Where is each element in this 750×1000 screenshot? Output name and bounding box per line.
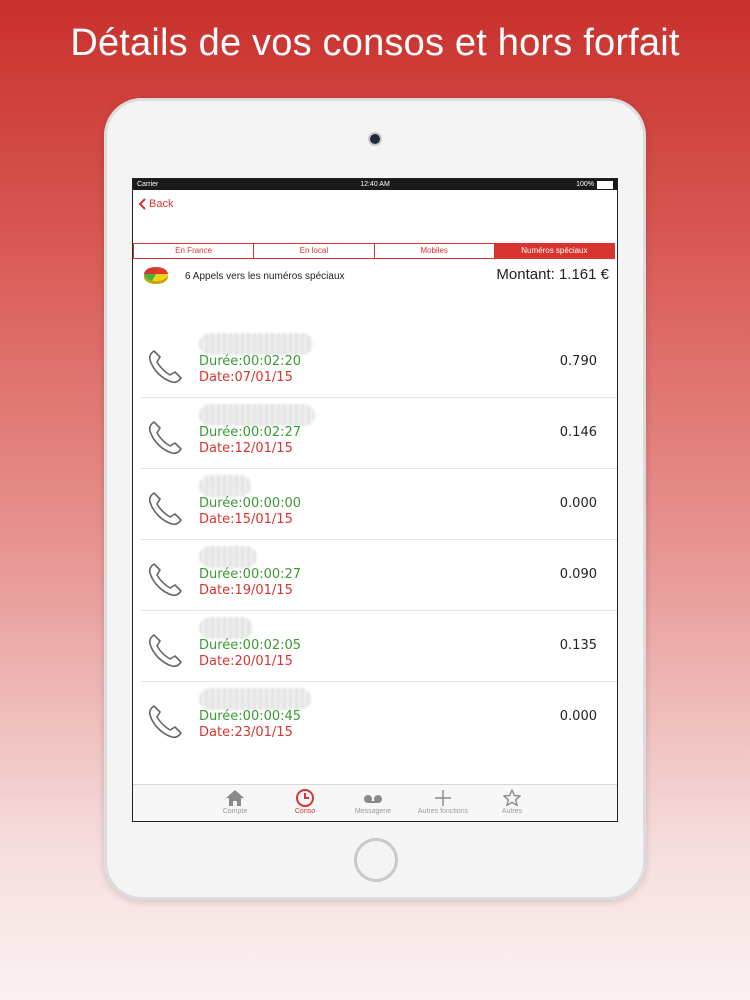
call-date: Date:07/01/15 (199, 370, 293, 385)
redacted-number (199, 617, 253, 639)
call-amount: 0.146 (559, 425, 597, 440)
redacted-number (199, 404, 315, 426)
call-amount: 0.000 (559, 496, 597, 511)
summary-row: 6 Appels vers les numéros spéciaux Monta… (133, 263, 617, 289)
call-date: Date:19/01/15 (199, 583, 293, 598)
camera-icon (370, 134, 380, 144)
redacted-number (199, 546, 257, 568)
status-bar: Carrier 12:40 AM 100% (133, 179, 617, 190)
tab-autres-fonctions[interactable]: Autres fonctions (413, 787, 473, 815)
call-row[interactable]: Durée:00:02:05 Date:20/01/15 0.135 (141, 611, 617, 682)
call-row[interactable]: Durée:00:00:27 Date:19/01/15 0.090 (141, 540, 617, 611)
call-date: Date:12/01/15 (199, 441, 293, 456)
phone-icon (148, 634, 182, 668)
call-amount: 0.000 (559, 709, 597, 724)
call-amount: 0.135 (559, 638, 597, 653)
segment-numeros-speciaux[interactable]: Numéros spéciaux (493, 244, 614, 258)
tab-label: Compte (222, 808, 248, 815)
phone-icon (148, 563, 182, 597)
status-time: 12:40 AM (360, 181, 390, 188)
tab-autres[interactable]: Autres (482, 787, 542, 815)
tab-compte[interactable]: Compte (205, 787, 265, 815)
call-duration: Durée:00:00:27 (199, 567, 302, 582)
back-label: Back (149, 198, 174, 210)
tab-label: Autres fonctions (417, 808, 469, 815)
redacted-number (199, 475, 251, 497)
app-screen: Carrier 12:40 AM 100% Back En France En … (132, 178, 618, 822)
call-date: Date:23/01/15 (199, 725, 293, 740)
clock-icon (296, 789, 314, 807)
tab-label: Messagerie (354, 808, 392, 815)
phone-icon (148, 350, 182, 384)
call-duration: Durée:00:00:45 (199, 709, 302, 724)
phone-icon (148, 492, 182, 526)
call-row[interactable]: Durée:00:02:20 Date:07/01/15 0.790 (141, 327, 617, 398)
phone-icon (148, 421, 182, 455)
call-list: Durée:00:02:20 Date:07/01/15 0.790 Durée… (141, 327, 617, 741)
summary-label: 6 Appels vers les numéros spéciaux (185, 271, 345, 282)
chevron-left-icon (138, 198, 146, 210)
pie-chart-icon (143, 267, 169, 284)
filter-segmented-control: En France En local Mobiles Numéros spéci… (133, 243, 615, 259)
battery-percent: 100% (576, 181, 594, 188)
call-duration: Durée:00:00:00 (199, 496, 302, 511)
battery-icon (597, 180, 613, 189)
tab-conso[interactable]: Conso (275, 787, 335, 815)
back-button[interactable]: Back (138, 198, 173, 210)
call-date: Date:15/01/15 (199, 512, 293, 527)
battery-status: 100% (576, 179, 613, 190)
call-row[interactable]: Durée:00:00:00 Date:15/01/15 0.000 (141, 469, 617, 540)
tab-label: Conso (294, 808, 316, 815)
home-button[interactable] (354, 838, 398, 882)
star-icon (503, 789, 521, 807)
home-icon (226, 790, 244, 806)
total-amount: Montant: 1.161 € (496, 266, 609, 283)
segment-en-france[interactable]: En France (134, 244, 253, 258)
plus-icon (435, 790, 451, 806)
segment-mobiles[interactable]: Mobiles (373, 244, 494, 258)
call-date: Date:20/01/15 (199, 654, 293, 669)
tab-bar: Compte Conso Messagerie Autres fonctions… (133, 784, 617, 821)
redacted-number (199, 688, 311, 710)
call-duration: Durée:00:02:05 (199, 638, 302, 653)
voicemail-icon (364, 795, 382, 803)
call-amount: 0.090 (559, 567, 597, 582)
call-amount: 0.790 (559, 354, 597, 369)
segment-en-local[interactable]: En local (253, 244, 373, 258)
call-row[interactable]: Durée:00:00:45 Date:23/01/15 0.000 (141, 682, 617, 741)
ipad-frame: Carrier 12:40 AM 100% Back En France En … (104, 98, 646, 900)
redacted-number (199, 333, 313, 355)
call-duration: Durée:00:02:27 (199, 425, 302, 440)
call-duration: Durée:00:02:20 (199, 354, 302, 369)
nav-bar: Back (133, 190, 617, 230)
phone-icon (148, 705, 182, 739)
tab-messagerie[interactable]: Messagerie (343, 787, 403, 815)
promo-title: Détails de vos consos et hors forfait (70, 22, 680, 64)
call-row[interactable]: Durée:00:02:27 Date:12/01/15 0.146 (141, 398, 617, 469)
tab-label: Autres (501, 808, 523, 815)
